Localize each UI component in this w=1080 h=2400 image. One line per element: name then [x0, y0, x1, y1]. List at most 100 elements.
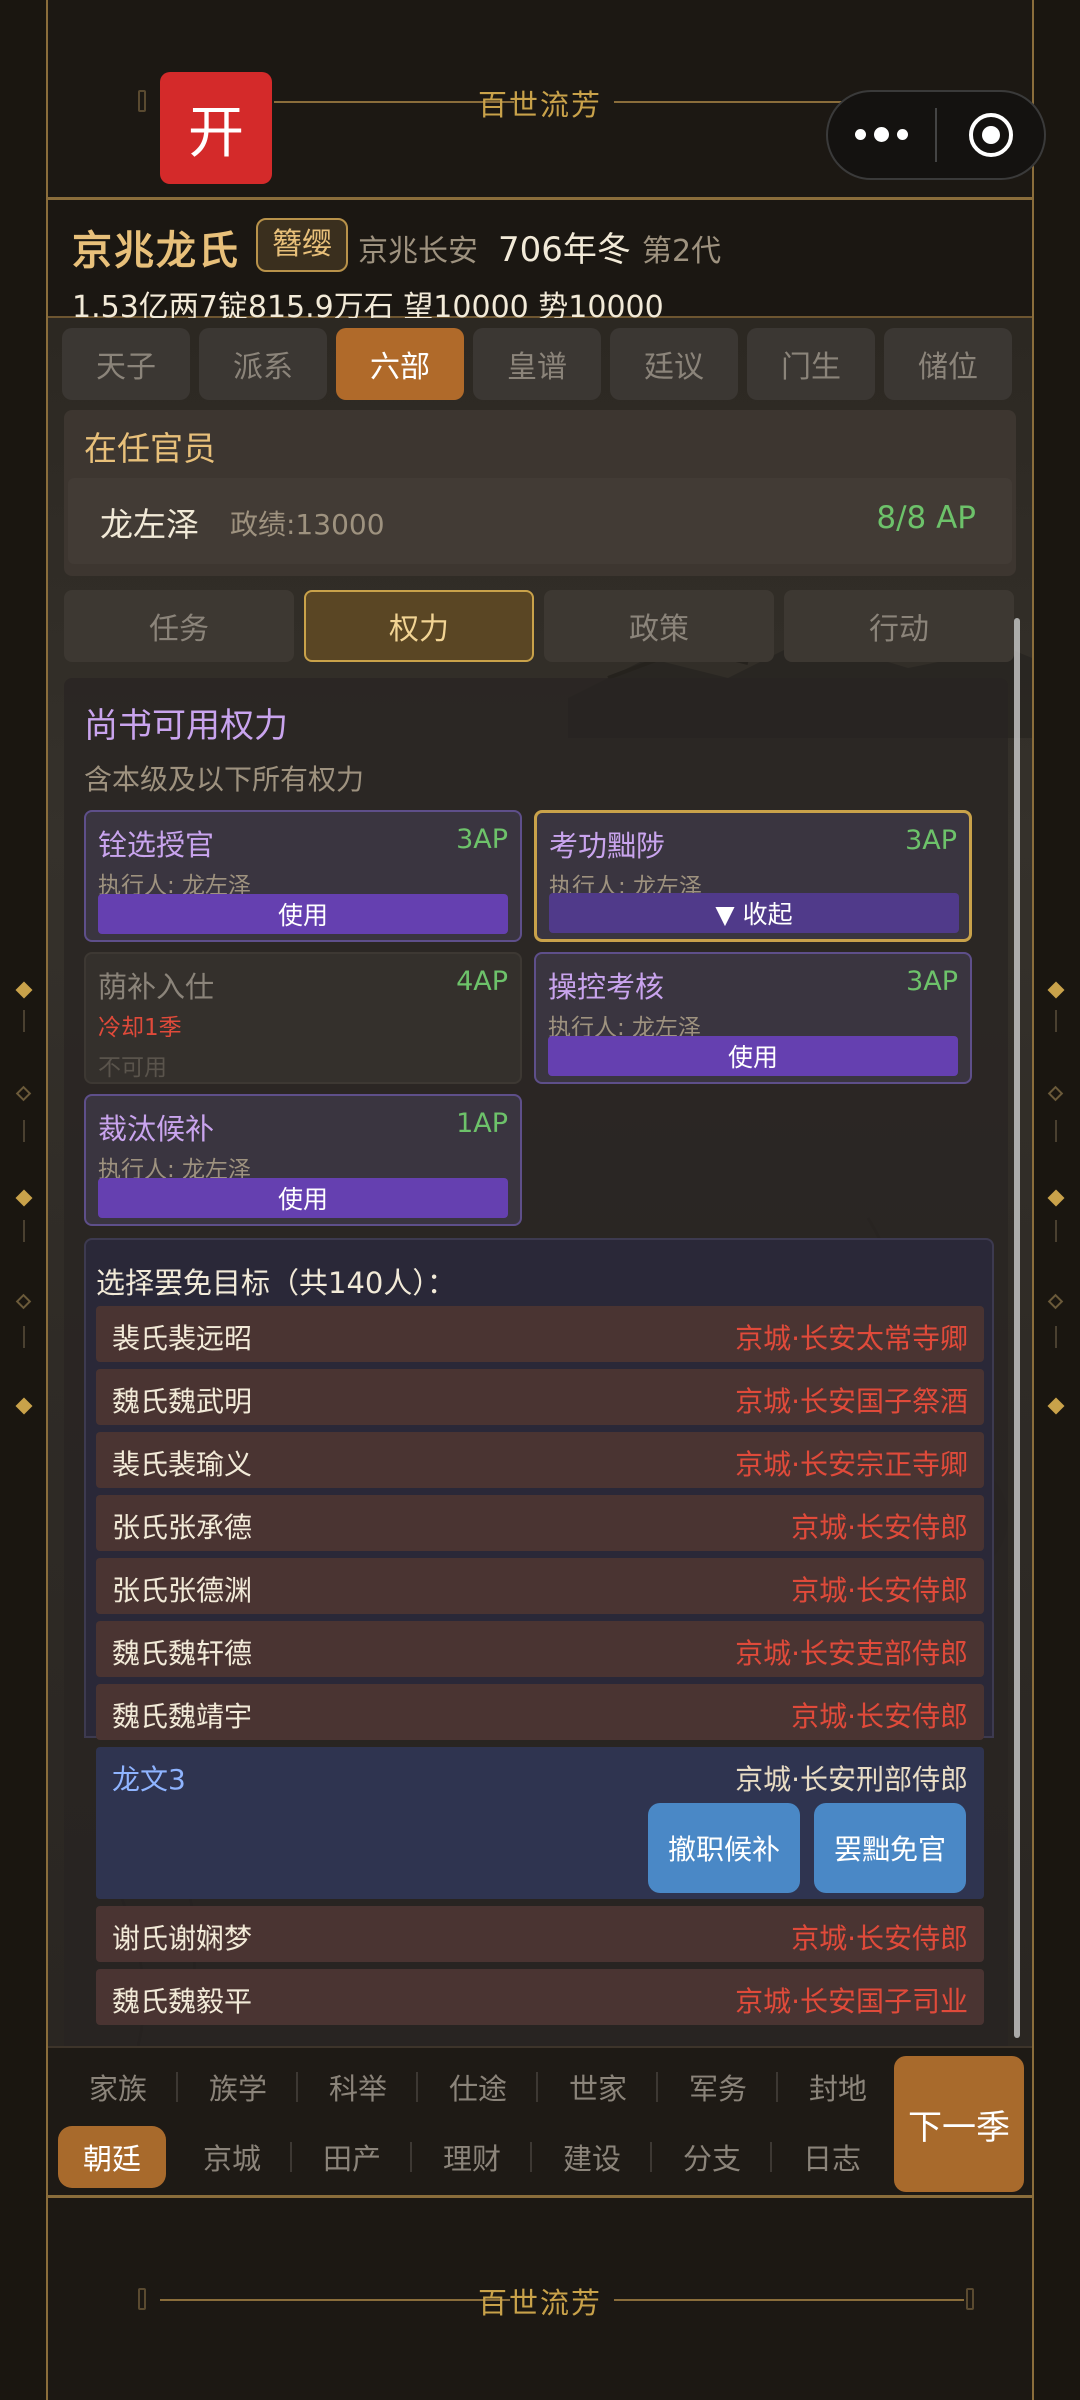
- tab-tianzi[interactable]: 天子: [62, 328, 190, 400]
- next-season-button[interactable]: 下一季: [894, 2056, 1024, 2192]
- nav-fenzhi[interactable]: 分支: [652, 2126, 772, 2188]
- official-row[interactable]: 龙左泽 政绩:13000 8/8 AP: [68, 478, 1012, 564]
- power-card-quanxuan: 铨选授官 3AP 执行人: 龙左泽 使用: [84, 810, 522, 942]
- subtab-policy[interactable]: 政策: [544, 590, 774, 662]
- tab-tingyi[interactable]: 廷议: [610, 328, 738, 400]
- power-name: 裁汰候补: [98, 1112, 215, 1146]
- open-button[interactable]: 开: [160, 72, 272, 184]
- dismiss-official-button[interactable]: 罢黜免官: [814, 1803, 966, 1893]
- power-card-yinbu: 荫补入仕 4AP 冷却1季 不可用: [84, 952, 522, 1084]
- bottom-banner: 百世流芳: [48, 2198, 1032, 2400]
- target-row[interactable]: 魏氏魏靖宇 京城·长安侍郎: [96, 1684, 984, 1740]
- power-name: 考功黜陟: [549, 829, 666, 863]
- target-position: 京城·长安国子司业: [735, 1985, 968, 2018]
- power-ap: 4AP: [456, 966, 508, 997]
- nav-shijia[interactable]: 世家: [538, 2056, 658, 2118]
- official-merit: 政绩:13000: [230, 508, 385, 541]
- power-name: 荫补入仕: [98, 970, 215, 1004]
- nav-fengdi[interactable]: 封地: [778, 2056, 898, 2118]
- power-name: 铨选授官: [98, 828, 215, 862]
- nav-row-2: 朝廷 京城 田产 理财 建设 分支 日志: [58, 2126, 892, 2188]
- tab-huangpu[interactable]: 皇谱: [473, 328, 601, 400]
- nav-tianchan[interactable]: 田产: [292, 2126, 412, 2188]
- tab-chuwei[interactable]: 储位: [884, 328, 1012, 400]
- power-ap: 1AP: [456, 1108, 508, 1139]
- target-position: 京城·长安侍郎: [791, 1511, 968, 1544]
- collapse-button[interactable]: ▼ 收起: [549, 893, 959, 933]
- target-row[interactable]: 张氏张承德 京城·长安侍郎: [96, 1495, 984, 1551]
- target-row[interactable]: 裴氏裴瑜义 京城·长安宗正寺卿: [96, 1432, 984, 1488]
- target-position: 京城·长安侍郎: [791, 1574, 968, 1607]
- target-position: 京城·长安太常寺卿: [735, 1322, 968, 1355]
- target-name: 龙文3: [112, 1763, 186, 1796]
- power-ap: 3AP: [456, 824, 508, 855]
- target-row[interactable]: 魏氏魏武明 京城·长安国子祭酒: [96, 1369, 984, 1425]
- right-deco: [1036, 980, 1076, 1420]
- revoke-candidate-button[interactable]: 撤职候补: [648, 1803, 800, 1893]
- current-season: 706年冬: [498, 230, 631, 270]
- ministry-tabs: 天子 派系 六部 皇谱 廷议 门生 储位: [62, 328, 1012, 400]
- use-button[interactable]: 使用: [548, 1036, 958, 1076]
- subtab-action[interactable]: 行动: [784, 590, 1014, 662]
- target-title: 选择罢免目标（共140人）：: [96, 1266, 456, 1300]
- use-button[interactable]: 使用: [98, 1178, 508, 1218]
- dismiss-target-panel: 选择罢免目标（共140人）： 裴氏裴远昭 京城·长安太常寺卿 魏氏魏武明 京城·…: [84, 1238, 994, 2025]
- sub-tabs: 任务 权力 政策 行动: [64, 590, 1014, 662]
- more-icon[interactable]: [828, 126, 935, 142]
- target-name: 魏氏魏武明: [112, 1385, 253, 1418]
- nav-licai[interactable]: 理财: [412, 2126, 532, 2188]
- family-generation: 第2代: [642, 234, 722, 269]
- target-row[interactable]: 魏氏魏毅平 京城·长安国子司业: [96, 1969, 984, 2025]
- nav-row-1: 家族 族学 科举 仕途 世家 军务 封地: [58, 2056, 898, 2118]
- nav-junwu[interactable]: 军务: [658, 2056, 778, 2118]
- tab-paixi[interactable]: 派系: [199, 328, 327, 400]
- target-name: 魏氏魏靖宇: [112, 1700, 253, 1733]
- nav-jiazu[interactable]: 家族: [58, 2056, 178, 2118]
- power-card-caitai: 裁汰候补 1AP 执行人: 龙左泽 使用: [84, 1094, 522, 1226]
- frame-right-line: [1032, 0, 1034, 2400]
- target-name: 魏氏魏轩德: [112, 1637, 253, 1670]
- left-deco: [4, 980, 44, 1420]
- target-position: 京城·长安宗正寺卿: [735, 1448, 968, 1481]
- bottom-nav: 家族 族学 科举 仕途 世家 军务 封地 朝廷 京城 田产 理财 建设 分支 日…: [48, 2046, 1032, 2198]
- subtab-tasks[interactable]: 任务: [64, 590, 294, 662]
- nav-jingcheng[interactable]: 京城: [172, 2126, 292, 2188]
- nav-zuxue[interactable]: 族学: [178, 2056, 298, 2118]
- target-position: 京城·长安侍郎: [791, 1922, 968, 1955]
- target-row[interactable]: 魏氏魏轩德 京城·长安吏部侍郎: [96, 1621, 984, 1677]
- target-row[interactable]: 裴氏裴远昭 京城·长安太常寺卿: [96, 1306, 984, 1362]
- main-panel: 天子 派系 六部 皇谱 廷议 门生 储位 在任官员 龙左泽 政绩:13000 8…: [48, 318, 1032, 2046]
- officials-card: 在任官员 龙左泽 政绩:13000 8/8 AP: [64, 410, 1016, 576]
- officials-title: 在任官员: [84, 429, 216, 468]
- power-ap: 3AP: [905, 825, 957, 856]
- target-row-selected[interactable]: 龙文3 京城·长安刑部侍郎 撤职候补 罢黜免官: [96, 1747, 984, 1899]
- family-location: 京兆长安: [358, 234, 478, 269]
- use-button[interactable]: 使用: [98, 894, 508, 934]
- target-name: 魏氏魏毅平: [112, 1985, 253, 2018]
- power-subtitle: 含本级及以下所有权力: [84, 763, 365, 796]
- target-position: 京城·长安侍郎: [791, 1700, 968, 1733]
- power-title: 尚书可用权力: [84, 706, 288, 746]
- nav-jianshe[interactable]: 建设: [532, 2126, 652, 2188]
- cooldown-text: 冷却1季: [98, 1015, 182, 1041]
- target-position: 京城·长安吏部侍郎: [735, 1637, 968, 1670]
- close-target-icon[interactable]: [937, 113, 1044, 157]
- subtab-power[interactable]: 权力: [304, 590, 534, 662]
- scrollbar[interactable]: [1014, 618, 1020, 2038]
- banner-cap-right: [966, 2288, 974, 2310]
- nav-chaoting[interactable]: 朝廷: [58, 2126, 166, 2188]
- official-ap: 8/8 AP: [876, 500, 976, 536]
- family-header: 京兆龙氏 簪缨 京兆长安 706年冬 第2代 1.53亿两7锭815.9万石 望…: [48, 200, 1032, 325]
- tab-mensheng[interactable]: 门生: [747, 328, 875, 400]
- target-name: 张氏张承德: [112, 1511, 253, 1544]
- mini-program-capsule: [826, 90, 1046, 180]
- nav-shitu[interactable]: 仕途: [418, 2056, 538, 2118]
- official-name: 龙左泽: [100, 505, 199, 544]
- target-name: 裴氏裴远昭: [112, 1322, 253, 1355]
- tab-liubu[interactable]: 六部: [336, 328, 464, 400]
- target-row[interactable]: 谢氏谢娴梦 京城·长安侍郎: [96, 1906, 984, 1962]
- nav-rizhi[interactable]: 日志: [772, 2126, 892, 2188]
- target-list: 裴氏裴远昭 京城·长安太常寺卿 魏氏魏武明 京城·长安国子祭酒 裴氏裴瑜义 京城…: [96, 1306, 984, 2032]
- target-row[interactable]: 张氏张德渊 京城·长安侍郎: [96, 1558, 984, 1614]
- nav-keju[interactable]: 科举: [298, 2056, 418, 2118]
